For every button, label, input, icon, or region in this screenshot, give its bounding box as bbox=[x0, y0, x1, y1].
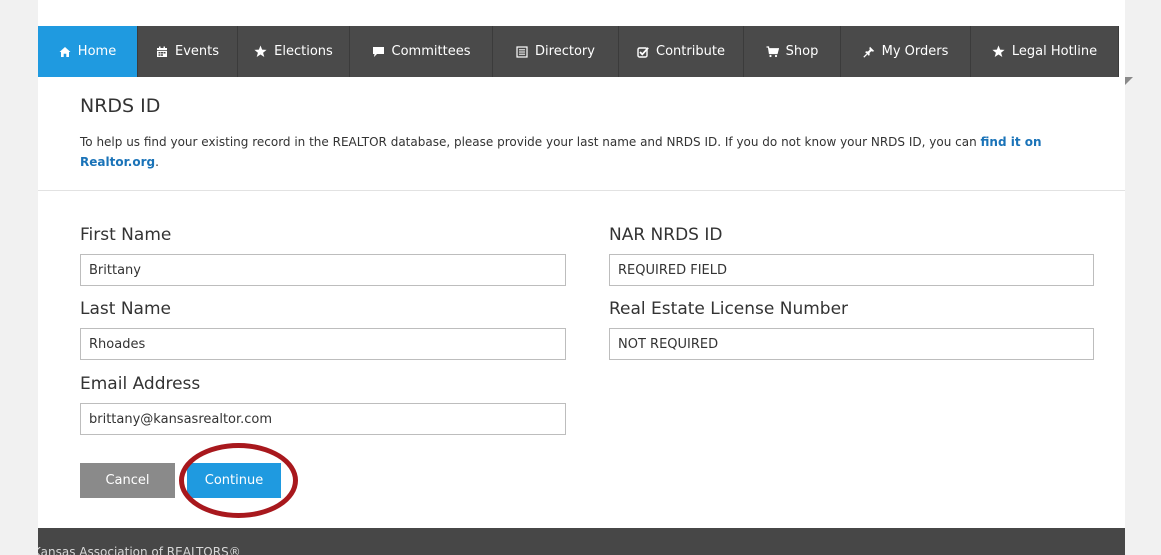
last-name-input[interactable] bbox=[80, 328, 566, 360]
footer: Kansas Association of REALTORS® bbox=[38, 528, 1125, 555]
last-name-label: Last Name bbox=[80, 299, 171, 319]
first-name-input[interactable] bbox=[80, 254, 566, 286]
main-nav: Home Events Elections Committees Directo… bbox=[38, 26, 1119, 77]
nav-label: Contribute bbox=[656, 44, 725, 59]
first-name-label: First Name bbox=[80, 225, 172, 245]
page: Home Events Elections Committees Directo… bbox=[0, 0, 1161, 555]
nav-contribute[interactable]: Contribute bbox=[619, 26, 744, 77]
nav-directory[interactable]: Directory bbox=[493, 26, 619, 77]
email-input[interactable] bbox=[80, 403, 566, 435]
nav-shop[interactable]: Shop bbox=[744, 26, 841, 77]
chat-bubble-icon bbox=[372, 46, 385, 58]
intro-text: To help us find your existing record in … bbox=[80, 135, 981, 149]
license-number-label: Real Estate License Number bbox=[609, 299, 849, 319]
nav-label: Legal Hotline bbox=[1011, 44, 1098, 59]
nav-label: Committees bbox=[391, 44, 471, 59]
nav-events[interactable]: Events bbox=[138, 26, 238, 77]
nav-label: My Orders bbox=[881, 44, 949, 59]
checkbox-icon bbox=[637, 46, 649, 58]
section-divider bbox=[38, 190, 1125, 191]
star-icon bbox=[992, 45, 1005, 58]
nav-label: Home bbox=[77, 44, 117, 59]
email-label: Email Address bbox=[80, 374, 201, 394]
footer-text: Kansas Association of REALTORS® bbox=[38, 545, 241, 555]
list-icon bbox=[516, 45, 528, 58]
main-content: NRDS ID To help us find your existing re… bbox=[38, 77, 1125, 528]
cart-icon bbox=[766, 45, 779, 58]
pin-icon bbox=[862, 46, 875, 58]
home-icon bbox=[59, 46, 71, 58]
nav-elections[interactable]: Elections bbox=[238, 26, 350, 77]
nav-home[interactable]: Home bbox=[38, 26, 138, 77]
nav-ribbon-fold-right bbox=[1125, 77, 1133, 85]
nav-label: Events bbox=[174, 44, 219, 59]
highlight-circle-annotation bbox=[179, 443, 298, 518]
calendar-icon bbox=[156, 46, 168, 58]
nav-label: Elections bbox=[274, 44, 333, 59]
license-number-input[interactable] bbox=[609, 328, 1094, 360]
cancel-button[interactable]: Cancel bbox=[80, 463, 175, 498]
nav-legal-hotline[interactable]: Legal Hotline bbox=[971, 26, 1119, 77]
nav-label: Shop bbox=[785, 44, 819, 59]
nav-committees[interactable]: Committees bbox=[350, 26, 493, 77]
intro-paragraph: To help us find your existing record in … bbox=[80, 132, 1110, 172]
intro-end: . bbox=[155, 155, 159, 169]
nav-my-orders[interactable]: My Orders bbox=[841, 26, 971, 77]
section-title: NRDS ID bbox=[80, 95, 161, 117]
star-icon bbox=[254, 45, 267, 58]
nrds-id-input[interactable] bbox=[609, 254, 1094, 286]
page-margin-left bbox=[0, 0, 38, 555]
nav-label: Directory bbox=[535, 44, 595, 59]
nrds-id-label: NAR NRDS ID bbox=[609, 225, 723, 245]
